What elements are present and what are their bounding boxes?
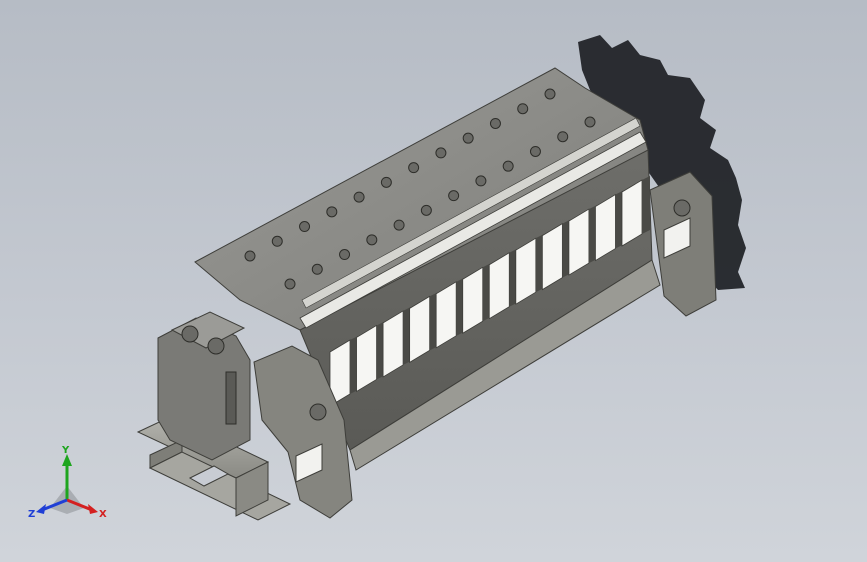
z-axis-arrow xyxy=(36,504,46,514)
terminal-screw[interactable] xyxy=(326,206,338,218)
terminal-screw[interactable] xyxy=(544,88,556,100)
terminal-recess xyxy=(462,266,484,334)
x-axis-arrow xyxy=(88,504,98,514)
terminal-separator-wall xyxy=(642,176,650,234)
terminal-recess xyxy=(382,310,404,378)
z-axis-label: Z xyxy=(28,509,35,520)
terminal-screw[interactable] xyxy=(244,250,256,262)
cad-graphics-viewport[interactable]: Y X Z xyxy=(0,0,867,562)
terminal-screw[interactable] xyxy=(353,191,365,203)
terminal-screw[interactable] xyxy=(284,278,296,290)
terminal-recess xyxy=(621,179,643,247)
terminal-screw[interactable] xyxy=(557,131,569,143)
terminal-screw[interactable] xyxy=(420,204,432,216)
terminal-recess xyxy=(515,237,537,305)
terminal-screw[interactable] xyxy=(311,263,323,275)
terminal-screw[interactable] xyxy=(271,235,283,247)
terminal-screw[interactable] xyxy=(393,219,405,231)
terminal-screw[interactable] xyxy=(366,234,378,246)
terminal-recess xyxy=(541,222,563,291)
terminal-screw[interactable] xyxy=(489,117,501,129)
terminal-recess xyxy=(356,324,377,393)
terminal-screw[interactable] xyxy=(299,221,311,233)
terminal-screw[interactable] xyxy=(380,176,392,188)
terminal-screw[interactable] xyxy=(448,190,460,202)
terminal-screw[interactable] xyxy=(339,249,351,261)
terminal-screw[interactable] xyxy=(435,147,447,159)
y-axis-label: Y xyxy=(61,445,70,456)
terminal-recess xyxy=(409,295,431,364)
terminal-recess xyxy=(595,193,616,262)
terminal-recess xyxy=(435,281,457,349)
terminal-screw[interactable] xyxy=(529,145,541,157)
terminal-screw[interactable] xyxy=(517,103,529,115)
orientation-triad: Y X Z xyxy=(28,445,107,520)
terminal-recess xyxy=(488,252,510,320)
end-stop-left xyxy=(157,311,251,461)
terminal-block-model[interactable] xyxy=(0,0,867,562)
terminal-screw[interactable] xyxy=(408,162,420,174)
terminal-recess xyxy=(568,208,590,276)
terminal-screw[interactable] xyxy=(475,175,487,187)
terminal-screw[interactable] xyxy=(502,160,514,172)
end-stop-right xyxy=(649,171,717,317)
x-axis-label: X xyxy=(99,509,107,520)
terminal-screw[interactable] xyxy=(584,116,596,128)
terminal-screw[interactable] xyxy=(462,132,474,144)
